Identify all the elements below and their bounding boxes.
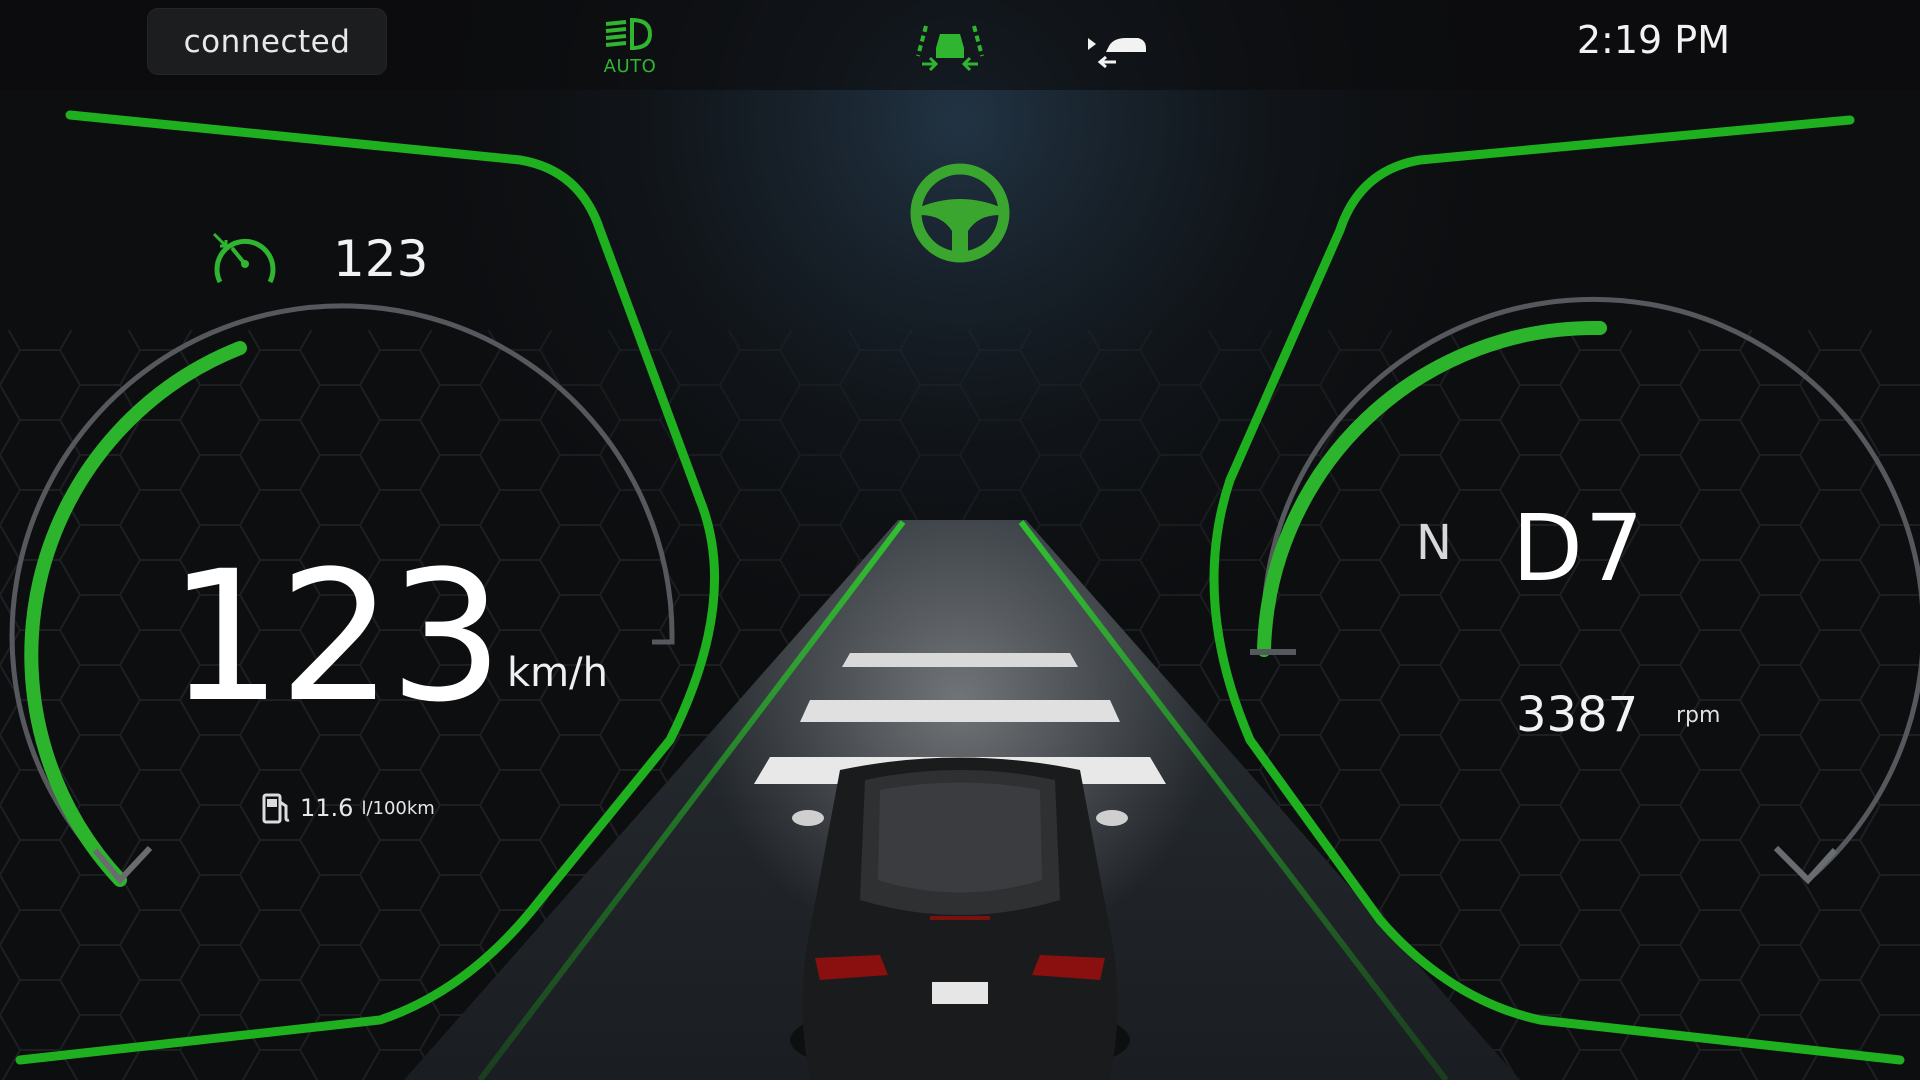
current-speed: 123 [168, 533, 504, 742]
fuel-consumption: 11.6 l/100km [262, 792, 435, 824]
auto-headlight-icon [605, 17, 653, 51]
vehicle-graphic [790, 757, 1130, 1080]
follow-distance-indicator [1086, 32, 1150, 76]
steering-assist-indicator [908, 161, 1012, 269]
cruise-set-speed: 123 [333, 230, 429, 288]
fuel-unit: l/100km [361, 797, 435, 819]
transmission-mode: N [1416, 515, 1452, 571]
fuel-pump-icon [262, 793, 290, 824]
auto-headlight-indicator [600, 14, 660, 60]
rpm-unit: rpm [1676, 703, 1721, 728]
lane-assist-icon [916, 25, 984, 72]
fuel-value: 11.6 [300, 794, 354, 822]
cruise-control-icon [212, 232, 276, 284]
steering-wheel-icon [910, 163, 1010, 263]
headlight-mode-label: AUTO [603, 56, 657, 77]
speed-unit: km/h [507, 650, 608, 696]
engine-rpm: 3387 [1516, 687, 1639, 743]
follow-distance-icon [1088, 38, 1146, 69]
connection-status-badge: connected [148, 9, 386, 74]
cruise-control-indicator [210, 228, 280, 294]
connection-status-label: connected [183, 23, 351, 60]
clock-time: 2:19 PM [1576, 18, 1730, 62]
lane-assist-indicator [912, 20, 988, 76]
current-gear: D7 [1512, 495, 1646, 602]
